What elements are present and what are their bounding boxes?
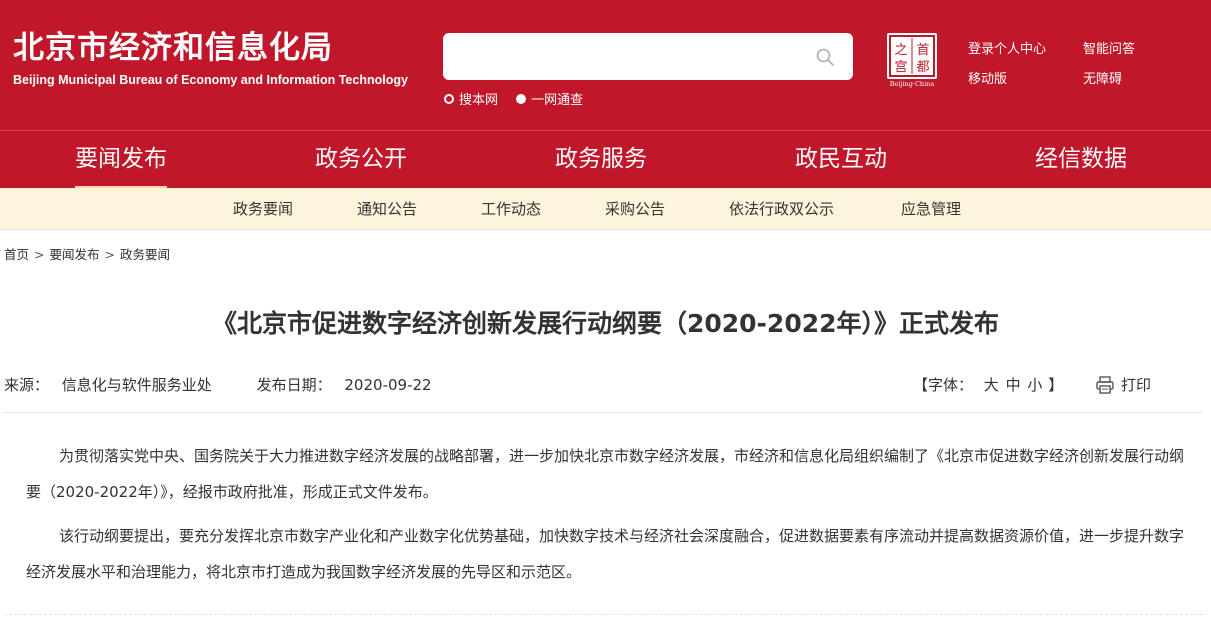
- bottom-divider: [4, 614, 1203, 615]
- breadcrumb-sep: >: [104, 247, 115, 262]
- nav-item-gov-open[interactable]: 政务公开: [315, 131, 407, 189]
- seal-char-2: 首: [916, 43, 929, 58]
- radio-selected-icon: [516, 93, 527, 104]
- subnav-item-disclosure[interactable]: 依法行政双公示: [729, 188, 834, 230]
- source-value: 信息化与软件服务业处: [61, 376, 212, 394]
- seal-caption: Beijing·China: [889, 80, 935, 88]
- breadcrumb-sep: >: [34, 247, 45, 262]
- seal-char-1: 之: [894, 43, 907, 58]
- scope-site-radio[interactable]: 搜本网: [444, 89, 498, 108]
- article-meta: 来源： 信息化与软件服务业处 发布日期： 2020-09-22: [4, 374, 432, 395]
- scope-site-label: 搜本网: [459, 93, 499, 108]
- search-box: [443, 33, 853, 80]
- print-label: 打印: [1121, 376, 1152, 394]
- seal-box: 之 首 宫 都: [887, 33, 937, 79]
- font-label-close: 】: [1048, 376, 1064, 394]
- scope-all-radio[interactable]: 一网通查: [516, 89, 583, 108]
- subnav-item-work[interactable]: 工作动态: [481, 188, 541, 230]
- source-label: 来源：: [4, 376, 50, 394]
- article-title: 《北京市促进数字经济创新发展行动纲要（2020-2022年）》正式发布: [211, 309, 1000, 338]
- subnav-item-procurement[interactable]: 采购公告: [605, 188, 665, 230]
- font-size-control: 【字体： 大 中 小 】: [913, 374, 1063, 395]
- breadcrumb: 首页 > 要闻发布 > 政务要闻: [4, 244, 170, 263]
- printer-icon: [1096, 375, 1114, 394]
- meta-divider: [4, 412, 1203, 413]
- font-large-button[interactable]: 大: [984, 376, 999, 394]
- font-medium-button[interactable]: 中: [1006, 376, 1021, 394]
- main-nav: 要闻发布 政务公开 政务服务 政民互动 经信数据: [0, 130, 1211, 189]
- mobile-link[interactable]: 移动版: [968, 68, 1007, 87]
- article-paragraph-2: 该行动纲要提出，要充分发挥北京市数字产业化和产业数字化优势基础，加快数字技术与经…: [26, 527, 1185, 581]
- seal-icon: 之 首 宫 都: [889, 35, 935, 77]
- login-link[interactable]: 登录个人中心: [968, 38, 1046, 57]
- radio-empty-icon: [444, 93, 454, 104]
- nav-item-gov-service[interactable]: 政务服务: [555, 131, 647, 189]
- subnav-item-gov-news[interactable]: 政务要闻: [233, 188, 293, 230]
- site-header: 北京市经济和信息化局 Beijing Municipal Bureau of E…: [0, 0, 1211, 130]
- scope-all-label: 一网通查: [531, 93, 584, 108]
- article-paragraph-1: 为贯彻落实党中央、国务院关于大力推进数字经济发展的战略部署，进一步加快北京市数字…: [26, 447, 1185, 501]
- site-logo-title[interactable]: 北京市经济和信息化局: [13, 28, 333, 68]
- breadcrumb-gov-news[interactable]: 政务要闻: [120, 247, 170, 262]
- search-input[interactable]: [443, 33, 803, 80]
- date-value: 2020-09-22: [344, 376, 432, 394]
- subnav-item-emergency[interactable]: 应急管理: [901, 188, 961, 230]
- seal-char-3: 宫: [894, 60, 907, 75]
- font-label-open: 【字体：: [913, 376, 974, 394]
- search-scope: 搜本网 一网通查: [444, 89, 597, 108]
- nav-item-interaction[interactable]: 政民互动: [795, 131, 887, 189]
- site-logo-subtitle: Beijing Municipal Bureau of Economy and …: [13, 73, 408, 87]
- accessible-link[interactable]: 无障碍: [1083, 68, 1122, 87]
- qa-link[interactable]: 智能问答: [1083, 38, 1135, 57]
- nav-item-news[interactable]: 要闻发布: [75, 131, 167, 189]
- seal-char-4: 都: [916, 60, 929, 75]
- print-button[interactable]: 打印: [1095, 374, 1151, 395]
- subnav-item-notices[interactable]: 通知公告: [357, 188, 417, 230]
- breadcrumb-news[interactable]: 要闻发布: [50, 247, 100, 262]
- capital-seal-logo[interactable]: 之 首 宫 都 Beijing·China: [885, 33, 939, 91]
- date-label: 发布日期：: [256, 376, 332, 394]
- font-small-button[interactable]: 小: [1027, 376, 1042, 394]
- sub-nav: 政务要闻 通知公告 工作动态 采购公告 依法行政双公示 应急管理: [0, 188, 1211, 230]
- nav-item-data[interactable]: 经信数据: [1035, 131, 1127, 189]
- search-icon[interactable]: [815, 47, 835, 67]
- breadcrumb-home[interactable]: 首页: [4, 247, 29, 262]
